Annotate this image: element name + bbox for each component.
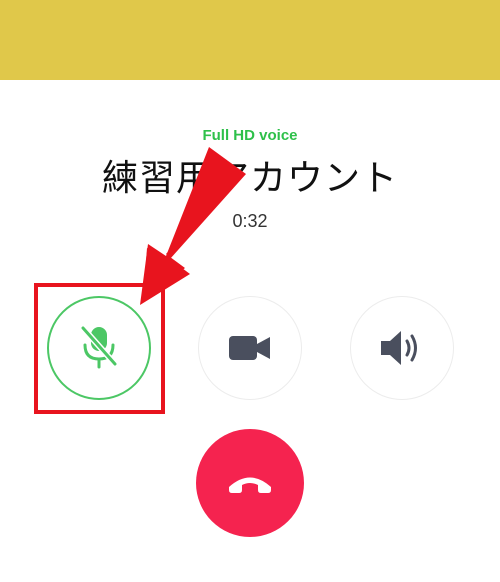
top-bar	[0, 0, 500, 80]
mic-muted-icon	[80, 325, 118, 369]
mute-button[interactable]	[47, 296, 151, 400]
video-button[interactable]	[198, 296, 302, 400]
speaker-icon	[381, 331, 417, 365]
speaker-button[interactable]	[350, 296, 454, 400]
call-quality-label: Full HD voice	[202, 127, 298, 144]
call-duration: 0:32	[232, 211, 268, 231]
contact-name: 練習用アカウント	[101, 158, 398, 199]
end-call-button[interactable]	[196, 429, 304, 537]
video-camera-icon	[229, 336, 270, 360]
hang-up-icon	[229, 477, 271, 493]
